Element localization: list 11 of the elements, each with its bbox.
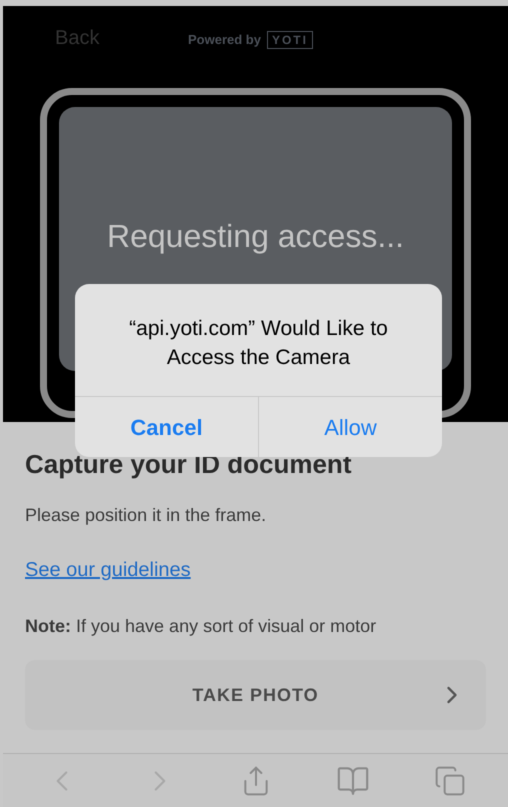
logo: YOTI [266, 30, 313, 49]
guidelines-link[interactable]: See our guidelines [25, 555, 191, 585]
dialog-title: “api.yoti.com” Would Like to Access the Camera [128, 316, 389, 371]
tabs-icon[interactable] [434, 764, 466, 796]
cancel-button[interactable]: Cancel [75, 397, 258, 457]
instruction-text: Please position it in the frame. [25, 504, 268, 527]
take-photo-button[interactable]: TAKE PHOTO [25, 660, 486, 730]
note-text: Note: If you have any sort of visual or motor [25, 615, 378, 638]
allow-button[interactable]: Allow [258, 397, 442, 457]
requesting-access-text: Requesting access... [106, 217, 404, 256]
powered-by-text: Powered by [188, 31, 261, 49]
